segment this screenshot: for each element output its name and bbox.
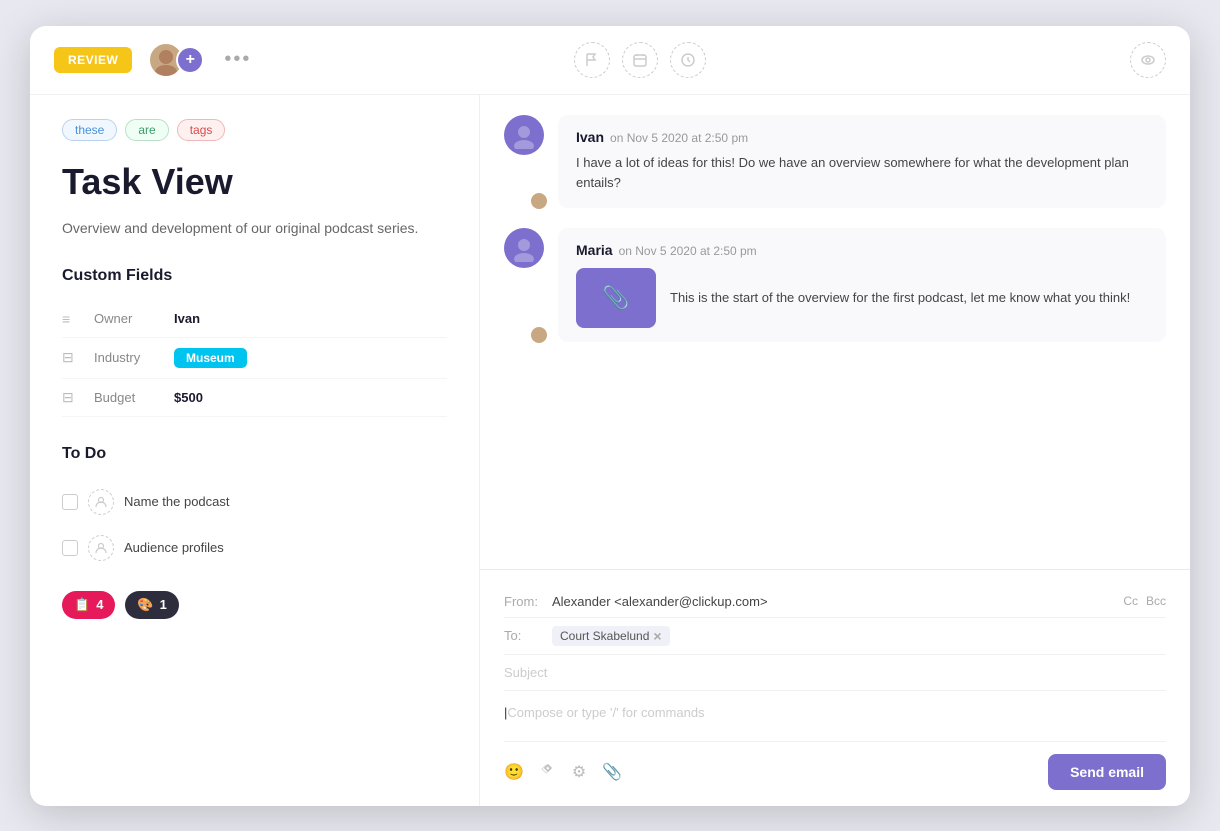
field-owner: ≡ Owner Ivan xyxy=(62,301,447,338)
budget-icon: ⊟ xyxy=(62,389,82,406)
field-budget: ⊟ Budget $500 xyxy=(62,379,447,417)
tags-row: these are tags xyxy=(62,119,447,141)
from-label: From: xyxy=(504,594,544,609)
owner-label: Owner xyxy=(94,311,174,326)
bottom-bar: 📋 4 🎨 1 xyxy=(62,571,447,619)
ivan-name: Ivan xyxy=(576,129,604,145)
todo-text-1: Name the podcast xyxy=(124,494,230,509)
subject-placeholder: Subject xyxy=(504,665,547,680)
avatar-group: + xyxy=(148,42,204,78)
maria-avatar xyxy=(504,228,544,268)
budget-label: Budget xyxy=(94,390,174,405)
main-content: these are tags Task View Overview and de… xyxy=(30,95,1190,806)
badge-dark-count: 1 xyxy=(160,597,167,612)
custom-fields-title: Custom Fields xyxy=(62,267,447,285)
calendar-icon-button[interactable] xyxy=(622,42,658,78)
maria-timestamp: on Nov 5 2020 at 2:50 pm xyxy=(619,244,757,258)
comments-area: Ivan on Nov 5 2020 at 2:50 pm I have a l… xyxy=(480,95,1190,569)
todo-item-1: Name the podcast xyxy=(62,479,447,525)
maria-comment-text: This is the start of the overview for th… xyxy=(670,288,1130,309)
todo-assignee-icon-2 xyxy=(88,535,114,561)
eye-icon-button[interactable] xyxy=(1130,42,1166,78)
ivan-comment-body: Ivan on Nov 5 2020 at 2:50 pm I have a l… xyxy=(558,115,1166,209)
right-panel: Ivan on Nov 5 2020 at 2:50 pm I have a l… xyxy=(480,95,1190,806)
industry-label: Industry xyxy=(94,350,174,365)
maria-comment-header: Maria on Nov 5 2020 at 2:50 pm xyxy=(576,242,1148,258)
owner-icon: ≡ xyxy=(62,311,82,327)
flag-icon-button[interactable] xyxy=(574,42,610,78)
task-description: Overview and development of our original… xyxy=(62,217,447,239)
email-composer: From: Alexander <alexander@clickup.com> … xyxy=(480,569,1190,806)
maria-attachment: 📎 This is the start of the overview for … xyxy=(576,268,1148,328)
review-badge: REVIEW xyxy=(54,47,132,73)
compose-row[interactable]: |Compose or type '/' for commands xyxy=(504,691,1166,741)
attachment-thumb[interactable]: 📎 xyxy=(576,268,656,328)
cc-bcc-group: Cc Bcc xyxy=(1123,594,1166,608)
budget-value: $500 xyxy=(174,390,203,405)
subject-row[interactable]: Subject xyxy=(504,655,1166,691)
badge-dark[interactable]: 🎨 1 xyxy=(125,591,178,619)
cc-label[interactable]: Cc xyxy=(1123,594,1138,608)
industry-value-badge[interactable]: Museum xyxy=(174,348,247,368)
todo-checkbox-1[interactable] xyxy=(62,494,78,510)
mention-icon[interactable] xyxy=(540,761,556,782)
maria-name: Maria xyxy=(576,242,613,258)
compose-placeholder: Compose or type '/' for commands xyxy=(507,705,704,720)
top-bar-actions xyxy=(574,42,1166,78)
todo-section: To Do Name the podcast xyxy=(62,445,447,571)
recipient-chip[interactable]: Court Skabelund × xyxy=(552,626,670,646)
todo-item-2: Audience profiles xyxy=(62,525,447,571)
from-value: Alexander <alexander@clickup.com> xyxy=(552,594,1115,609)
owner-value: Ivan xyxy=(174,311,200,326)
top-bar: REVIEW + ••• xyxy=(30,26,1190,95)
ivan-timestamp: on Nov 5 2020 at 2:50 pm xyxy=(610,131,748,145)
email-toolbar: 🙂 ⚙ 📎 Send email xyxy=(504,741,1166,790)
industry-icon: ⊟ xyxy=(62,349,82,366)
attach-icon[interactable]: 📎 xyxy=(602,762,622,782)
clock-icon-button[interactable] xyxy=(670,42,706,78)
todo-text-2: Audience profiles xyxy=(124,540,224,555)
badge-pink-count: 4 xyxy=(96,597,103,612)
field-industry: ⊟ Industry Museum xyxy=(62,338,447,379)
tag-are[interactable]: are xyxy=(125,119,168,141)
badge-pink-icon: 📋 xyxy=(74,597,90,613)
add-member-button[interactable]: + xyxy=(176,46,204,74)
left-panel: these are tags Task View Overview and de… xyxy=(30,95,480,806)
to-label: To: xyxy=(504,628,544,643)
maria-avatar-overlay xyxy=(530,326,548,344)
todo-title: To Do xyxy=(62,445,447,463)
comment-maria: Maria on Nov 5 2020 at 2:50 pm 📎 This is… xyxy=(504,228,1166,342)
badge-dark-icon: 🎨 xyxy=(137,597,153,613)
send-email-button[interactable]: Send email xyxy=(1048,754,1166,790)
badge-pink[interactable]: 📋 4 xyxy=(62,591,115,619)
comment-ivan: Ivan on Nov 5 2020 at 2:50 pm I have a l… xyxy=(504,115,1166,209)
task-title: Task View xyxy=(62,161,447,203)
email-to-row: To: Court Skabelund × xyxy=(504,618,1166,655)
settings-icon[interactable]: ⚙ xyxy=(572,762,586,782)
recipient-name: Court Skabelund xyxy=(560,629,649,643)
email-from-row: From: Alexander <alexander@clickup.com> … xyxy=(504,586,1166,618)
tag-these[interactable]: these xyxy=(62,119,117,141)
bcc-label[interactable]: Bcc xyxy=(1146,594,1166,608)
ivan-avatar xyxy=(504,115,544,155)
ivan-comment-header: Ivan on Nov 5 2020 at 2:50 pm xyxy=(576,129,1148,145)
remove-recipient-button[interactable]: × xyxy=(653,628,661,644)
maria-comment-body: Maria on Nov 5 2020 at 2:50 pm 📎 This is… xyxy=(558,228,1166,342)
todo-assignee-icon-1 xyxy=(88,489,114,515)
emoji-icon[interactable]: 🙂 xyxy=(504,762,524,782)
ivan-avatar-overlay xyxy=(530,192,548,210)
ivan-comment-text: I have a lot of ideas for this! Do we ha… xyxy=(576,153,1148,195)
custom-fields-section: Custom Fields ≡ Owner Ivan ⊟ Industry Mu… xyxy=(62,267,447,417)
more-options-button[interactable]: ••• xyxy=(224,48,251,71)
todo-checkbox-2[interactable] xyxy=(62,540,78,556)
tag-tags[interactable]: tags xyxy=(177,119,226,141)
